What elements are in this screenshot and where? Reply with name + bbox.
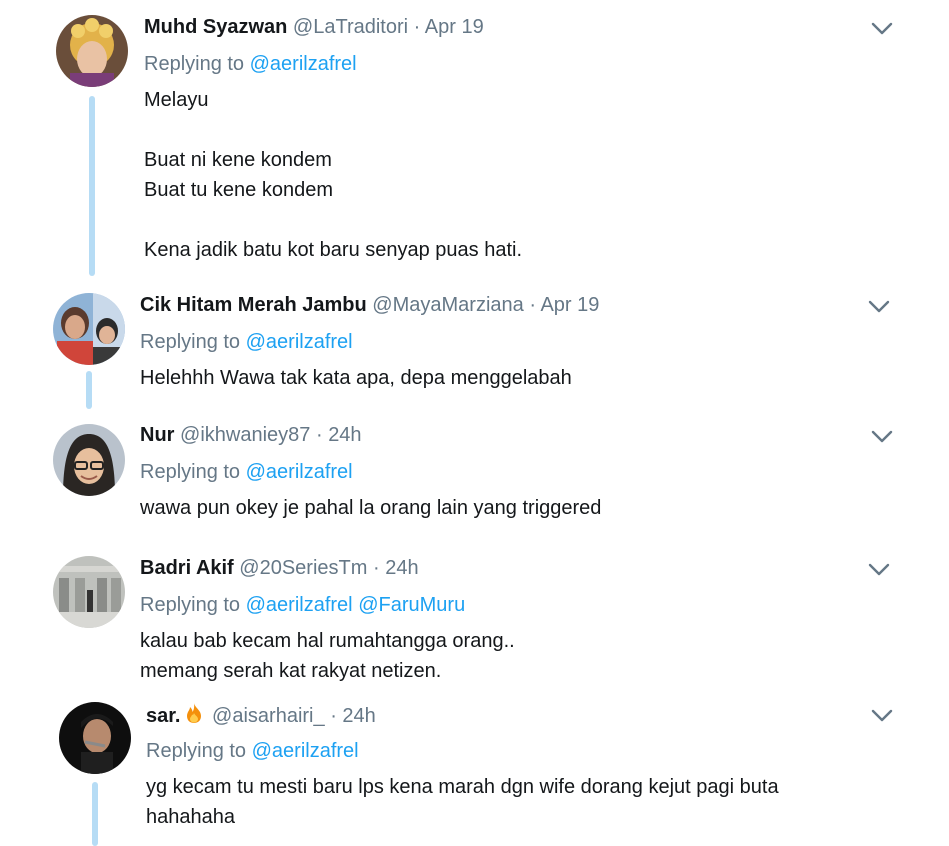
more-options-button[interactable] (871, 430, 893, 444)
avatar[interactable] (56, 15, 128, 87)
more-options-button[interactable] (871, 22, 893, 36)
author-handle[interactable]: @LaTraditori (293, 16, 408, 38)
author-handle[interactable]: @20SeriesTm (239, 557, 367, 579)
replying-to: Replying to @aerilzafrel (140, 329, 353, 355)
author-name[interactable]: Cik Hitam Merah Jambu (140, 294, 367, 316)
mention-link[interactable]: @aerilzafrel (252, 740, 359, 762)
replying-to: Replying to @aerilzafrel (140, 459, 353, 485)
more-options-button[interactable] (868, 563, 890, 577)
thread-line (86, 371, 92, 409)
tweet-text: yg kecam tu mesti baru lps kena marah dg… (146, 776, 779, 828)
tweet-text: Melayu Buat ni kene kondem Buat tu kene … (144, 89, 523, 261)
mention-link[interactable]: @aerilzafrel (246, 594, 353, 616)
author-handle[interactable]: @aisarhairi_ (212, 705, 325, 727)
chevron-down-icon (868, 563, 890, 576)
chevron-down-icon (868, 300, 890, 313)
replying-prefix: Replying to (140, 594, 241, 616)
replying-prefix: Replying to (146, 740, 247, 762)
more-options-button[interactable] (868, 300, 890, 314)
tweet-text: Helehhh Wawa tak kata apa, depa menggela… (140, 367, 572, 389)
author-name[interactable]: Nur (140, 424, 174, 446)
author-handle[interactable]: @ikhwaniey87 (180, 424, 310, 446)
avatar[interactable] (53, 293, 125, 365)
replying-prefix: Replying to (140, 461, 241, 483)
tweet-time[interactable]: 24h (385, 557, 418, 579)
author-name[interactable]: Muhd Syazwan (144, 16, 287, 38)
tweet-text: kalau bab kecam hal rumahtangga orang.. … (140, 630, 515, 682)
separator-dot: · (330, 705, 337, 727)
tweet-header: Badri Akif @20SeriesTm · 24h (140, 555, 419, 581)
separator-dot: · (413, 16, 421, 38)
tweet-header: Cik Hitam Merah Jambu @MayaMarziana · Ap… (140, 292, 599, 318)
avatar[interactable] (53, 556, 125, 628)
separator-dot: · (315, 424, 323, 446)
author-name[interactable]: Badri Akif (140, 557, 234, 579)
author-handle[interactable]: @MayaMarziana (372, 294, 523, 316)
avatar-image (56, 15, 128, 87)
avatar-image (59, 702, 131, 774)
thread-line (92, 782, 98, 846)
avatar-image (53, 293, 125, 365)
tweet-time[interactable]: 24h (342, 705, 375, 727)
fire-emoji-icon (182, 701, 206, 725)
mention-link[interactable]: @aerilzafrel (246, 461, 353, 483)
thread-line (89, 96, 95, 276)
avatar[interactable] (59, 702, 131, 774)
tweet-header: Nur @ikhwaniey87 · 24h (140, 422, 362, 448)
replying-prefix: Replying to (144, 53, 245, 75)
replying-to: Replying to @aerilzafrel @FaruMuru (140, 592, 465, 618)
separator-dot: · (529, 294, 536, 316)
mention-link[interactable]: @FaruMuru (358, 594, 465, 616)
tweet-header: Muhd Syazwan @LaTraditori · Apr 19 (144, 14, 484, 40)
tweet-time[interactable]: Apr 19 (425, 16, 484, 38)
avatar[interactable] (53, 424, 125, 496)
avatar-image (53, 424, 125, 496)
separator-dot: · (372, 557, 380, 579)
replying-to: Replying to @aerilzafrel (144, 51, 357, 77)
tweet-header: sar. @aisarhairi_ · 24h (146, 701, 376, 729)
chevron-down-icon (871, 709, 893, 722)
tweet-text: wawa pun okey je pahal la orang lain yan… (140, 497, 602, 519)
chevron-down-icon (871, 430, 893, 443)
chevron-down-icon (871, 22, 893, 35)
avatar-image (53, 556, 125, 628)
mention-link[interactable]: @aerilzafrel (246, 331, 353, 353)
author-name[interactable]: sar. (146, 705, 180, 727)
replying-to: Replying to @aerilzafrel (146, 738, 359, 764)
tweet-time[interactable]: Apr 19 (540, 294, 599, 316)
more-options-button[interactable] (871, 709, 893, 723)
tweet-time[interactable]: 24h (328, 424, 361, 446)
mention-link[interactable]: @aerilzafrel (250, 53, 357, 75)
replying-prefix: Replying to (140, 331, 241, 353)
